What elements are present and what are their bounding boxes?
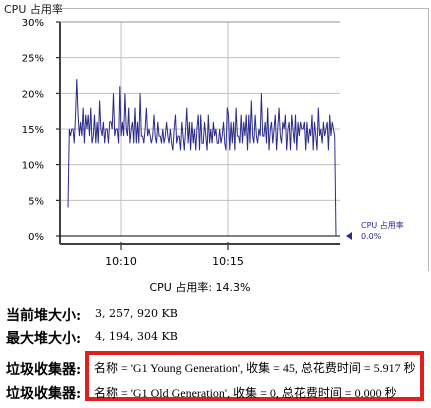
current-heap-label: 当前堆大小: (6, 308, 82, 324)
y-tick-label: 20% (22, 89, 44, 100)
y-tick-label: 0% (28, 232, 44, 243)
chart-caption: CPU 占用率: 14.3% (149, 280, 250, 294)
gc-entry-young: 名称 = 'G1 Young Generation', 收集 = 45, 总花费… (94, 361, 416, 375)
x-tick-label: 10:15 (212, 255, 244, 268)
max-heap-value: 4, 194, 304 KB (95, 330, 178, 343)
gc-label-old: 垃圾收集器: (6, 386, 82, 402)
x-tick-label: 10:10 (105, 255, 137, 268)
legend-marker-icon (346, 232, 352, 240)
gc-label-young: 垃圾收集器: (6, 362, 82, 378)
y-tick-label: 5% (28, 196, 44, 207)
legend-label: CPU 占用率 (361, 220, 404, 230)
max-heap-label: 最大堆大小: (6, 331, 82, 347)
legend-value: 0.0% (361, 232, 382, 241)
y-tick-label: 10% (22, 161, 44, 172)
y-tick-label: 15% (22, 125, 44, 136)
y-tick-label: 25% (22, 54, 44, 65)
current-heap-value: 3, 257, 920 KB (95, 307, 178, 320)
cpu-usage-chart: 0% 5% 10% 15% 20% 25% 30% 10:10 10:15 CPU 占用率 0.0%… (22, 18, 404, 294)
y-tick-label: 30% (22, 18, 44, 29)
gc-entry-old: 名称 = 'G1 Old Generation', 收集 = 0, 总花费时间 … (94, 386, 397, 400)
